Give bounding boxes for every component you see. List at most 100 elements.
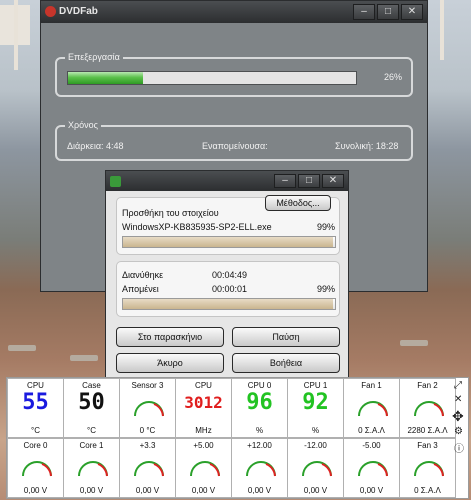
gauge-icon — [22, 461, 52, 477]
gauge-icon — [190, 461, 220, 477]
sensor-label: CPU 1 — [303, 381, 328, 390]
sensor-gadget: CPU 55 °C Case 50 °C Sensor 30 °C CPU 3012 MHz CPU… — [6, 377, 469, 499]
gauge-icon — [246, 461, 276, 477]
settings-icon[interactable]: ⚙ — [454, 426, 463, 437]
duration-text: Διάρκεια: 4:48 — [67, 141, 124, 151]
sensor-label: Fan 2 — [417, 381, 438, 390]
sensor-value: 96 — [246, 390, 273, 415]
sensor-cell: CPU 3012 MHz — [175, 378, 232, 438]
dialog-minimize-button[interactable]: – — [274, 174, 296, 188]
gauge-icon — [358, 401, 388, 417]
sensor-cell: CPU 55 °C — [7, 378, 64, 438]
file-name: WindowsXP-KB835935-SP2-ELL.exe — [122, 222, 272, 232]
sensor-label: CPU — [195, 381, 212, 390]
maximize-button[interactable]: □ — [377, 4, 399, 20]
sensor-unit: 0 Σ.Α.Λ — [358, 426, 385, 435]
sensor-label: +3.3 — [139, 441, 156, 450]
pin-icon[interactable]: ⤢ — [454, 380, 462, 391]
sensor-value: 50 — [78, 390, 105, 415]
sensor-unit: 0,00 V — [303, 486, 328, 495]
pause-button[interactable]: Παύση — [232, 327, 340, 347]
sensor-label: Core 1 — [79, 441, 104, 450]
main-titlebar[interactable]: DVDFab – □ ✕ — [41, 1, 427, 23]
total-percent: 99% — [317, 284, 336, 294]
background-chair — [70, 355, 98, 361]
sensor-cell: Fan 3 0 Σ.Α.Λ — [399, 438, 456, 498]
close-icon[interactable]: ✕ — [454, 394, 462, 405]
background-button[interactable]: Στο παρασκήνιο — [116, 327, 224, 347]
sensor-unit: 0,00 V — [79, 486, 104, 495]
background-chair — [400, 340, 428, 346]
processing-percent: 26% — [384, 72, 403, 82]
gauge-icon — [358, 461, 388, 477]
sensor-unit: 2280 Σ.Α.Λ — [407, 426, 448, 435]
sensor-unit: 0,00 V — [247, 486, 272, 495]
sensor-label: Fan 3 — [417, 441, 438, 450]
sensor-unit: 0 °C — [139, 426, 156, 435]
sensor-cell: -5.00 0,00 V — [343, 438, 400, 498]
gauge-icon — [302, 461, 332, 477]
dialog-close-button[interactable]: ✕ — [322, 174, 344, 188]
install-dialog: – □ ✕ Προσθήκη του στοιχείου Μέθοδος... … — [105, 170, 349, 382]
sensor-cell: -12.00 0,00 V — [287, 438, 344, 498]
sensor-unit: 0,00 V — [23, 486, 48, 495]
dialog-titlebar[interactable]: – □ ✕ — [106, 171, 348, 191]
app-logo-icon — [45, 6, 56, 17]
time-panel: Διανύθηκε 00:04:49 Απομένει 00:00:01 99% — [116, 261, 340, 317]
sensor-cell: Core 1 0,00 V — [63, 438, 120, 498]
gauge-icon — [414, 401, 444, 417]
background-pole — [440, 0, 444, 60]
remaining-text: Εναπομείνουσα: — [202, 141, 268, 151]
time-label: Χρόνος — [65, 120, 101, 130]
sensor-cell: Fan 2 2280 Σ.Α.Λ — [399, 378, 456, 438]
total-progress-bar — [122, 298, 336, 310]
sensor-cell: +12.00 0,00 V — [231, 438, 288, 498]
sensor-label: CPU 0 — [247, 381, 272, 390]
sensor-cell: CPU 0 96% — [231, 378, 288, 438]
sensor-unit: % — [255, 426, 264, 435]
help-button[interactable]: Βοήθεια — [232, 353, 340, 373]
sensor-label: Fan 1 — [361, 381, 382, 390]
sensor-unit: MHz — [195, 426, 212, 435]
sensor-label: CPU — [27, 381, 44, 390]
sensor-label: -5.00 — [362, 441, 381, 450]
remaining-label: Απομένει — [122, 284, 159, 294]
close-button[interactable]: ✕ — [401, 4, 423, 20]
cancel-button[interactable]: Άκυρο — [116, 353, 224, 373]
sensor-cell: +3.3 0,00 V — [119, 438, 176, 498]
gauge-icon — [414, 461, 444, 477]
sensor-value: 92 — [302, 390, 329, 415]
dialog-icon — [110, 176, 121, 187]
sensor-unit: 0 Σ.Α.Λ — [414, 486, 441, 495]
sensor-value: 3012 — [184, 393, 223, 412]
sensor-cell: Case 50 °C — [63, 378, 120, 438]
sensor-cell: Core 0 0,00 V — [7, 438, 64, 498]
item-panel: Προσθήκη του στοιχείου Μέθοδος... Window… — [116, 195, 340, 255]
file-percent: 99% — [317, 222, 336, 232]
method-button[interactable]: Μέθοδος... — [265, 195, 331, 211]
processing-progress-fill — [68, 72, 143, 84]
file-progress-bar — [122, 236, 336, 248]
background-pole — [14, 0, 18, 70]
sensor-label: Case — [82, 381, 101, 390]
dialog-maximize-button[interactable]: □ — [298, 174, 320, 188]
total-progress-fill — [123, 299, 333, 309]
remaining-value: 00:00:01 — [212, 284, 248, 294]
window-title: DVDFab — [59, 6, 98, 17]
elapsed-value: 00:04:49 — [212, 270, 248, 280]
sensor-unit: % — [311, 426, 320, 435]
elapsed-label: Διανύθηκε — [122, 270, 164, 280]
gadget-side-icons: ⤢ ✕ ✥ ⚙ ⓘ — [451, 378, 469, 498]
minimize-button[interactable]: – — [353, 4, 375, 20]
info-icon[interactable]: ⓘ — [454, 440, 464, 455]
sensor-unit: °C — [31, 426, 40, 435]
sensor-label: +12.00 — [247, 441, 272, 450]
processing-label: Επεξεργασία — [65, 52, 123, 62]
move-icon[interactable]: ✥ — [452, 408, 464, 425]
sensor-label: Core 0 — [23, 441, 48, 450]
background-chair — [8, 345, 36, 351]
processing-progress-bar — [67, 71, 357, 85]
sensor-label: Sensor 3 — [131, 381, 164, 390]
sensor-unit: 0,00 V — [135, 486, 160, 495]
sensor-cell: Fan 1 0 Σ.Α.Λ — [343, 378, 400, 438]
